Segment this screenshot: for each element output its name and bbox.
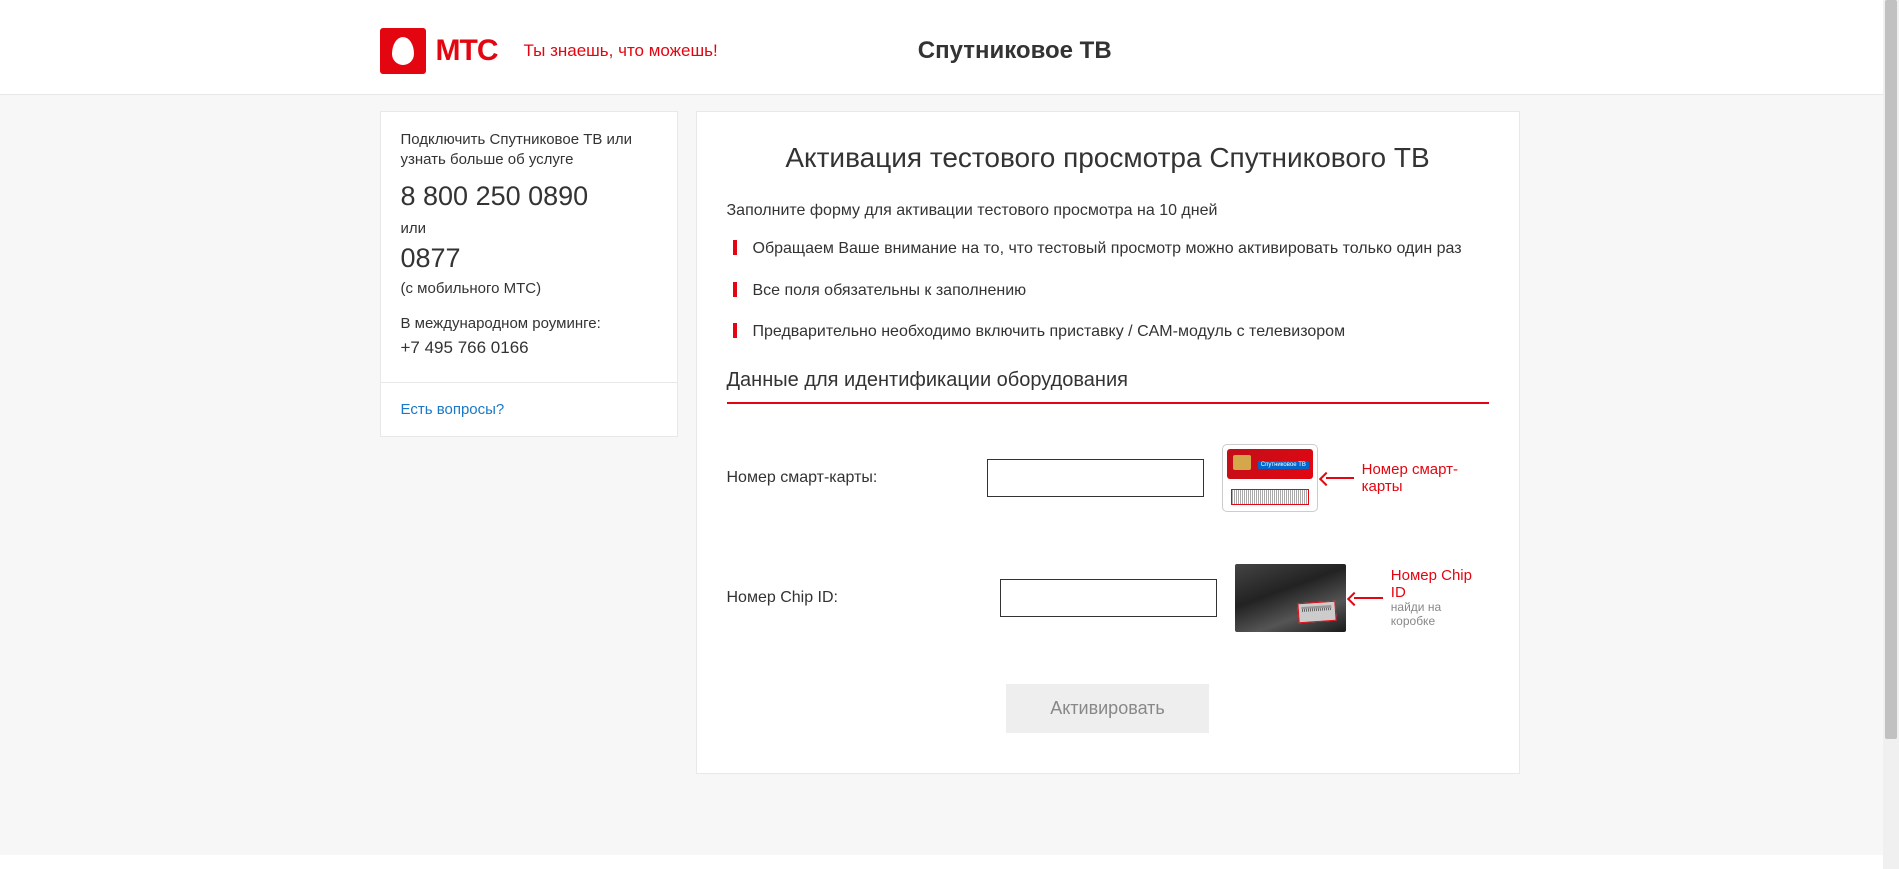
- activate-button[interactable]: Активировать: [1006, 684, 1209, 733]
- sidebar-roaming-label: В международном роуминге:: [401, 315, 657, 332]
- pointer-icon: [1326, 477, 1354, 479]
- logo-egg-icon: [380, 28, 426, 74]
- chipid-label: Номер Chip ID:: [727, 589, 1000, 607]
- service-title: Спутниковое ТВ: [918, 37, 1112, 65]
- sidebar-phone-note: (с мобильного МТС): [401, 280, 657, 297]
- point-list: Обращаем Ваше внимание на то, что тестов…: [727, 238, 1489, 343]
- smartcard-label: Номер смарт-карты:: [727, 469, 987, 487]
- chipid-input[interactable]: [1000, 579, 1217, 617]
- sidebar-or: или: [401, 220, 657, 237]
- pointer-icon: [1354, 597, 1383, 599]
- page-title: Активация тестового просмотра Спутниково…: [727, 142, 1489, 174]
- point-item: Все поля обязательны к заполнению: [727, 280, 1489, 302]
- smartcard-input[interactable]: [987, 459, 1204, 497]
- header: МТС Ты знаешь, что можешь! Спутниковое Т…: [0, 0, 1899, 95]
- sidebar-phone-main: 8 800 250 0890: [401, 181, 657, 212]
- brand-text: МТС: [436, 34, 498, 68]
- chipid-caption: Номер Chip ID: [1391, 567, 1489, 602]
- scrollbar-thumb[interactable]: [1885, 0, 1897, 739]
- smartcard-caption: Номер смарт-карты: [1362, 461, 1489, 496]
- field-smartcard-row: Номер смарт-карты: Спутниковое ТВ Номер …: [727, 444, 1489, 512]
- chipid-caption-sub: найди на коробке: [1391, 601, 1489, 629]
- section-divider: [727, 402, 1489, 404]
- logo[interactable]: МТС: [380, 28, 498, 74]
- point-item: Обращаем Ваше внимание на то, что тестов…: [727, 238, 1489, 260]
- tagline: Ты знаешь, что можешь!: [523, 41, 717, 61]
- sidebar-intro: Подключить Спутниковое ТВ или узнать бол…: [401, 130, 657, 171]
- point-item: Предварительно необходимо включить прист…: [727, 321, 1489, 343]
- sidebar-roaming-phone: +7 495 766 0166: [401, 338, 657, 358]
- section-heading: Данные для идентификации оборудования: [727, 369, 1489, 392]
- intro-text: Заполните форму для активации тестового …: [727, 202, 1489, 220]
- questions-link[interactable]: Есть вопросы?: [381, 383, 677, 436]
- sidebar: Подключить Спутниковое ТВ или узнать бол…: [380, 111, 678, 437]
- chipbox-illustration: [1235, 564, 1346, 632]
- sidebar-phone-short: 0877: [401, 243, 657, 274]
- main-panel: Активация тестового просмотра Спутниково…: [696, 111, 1520, 774]
- field-chipid-row: Номер Chip ID: Номер Chip ID найди на ко…: [727, 564, 1489, 632]
- smartcard-illustration: Спутниковое ТВ: [1222, 444, 1318, 512]
- scrollbar[interactable]: [1883, 0, 1899, 869]
